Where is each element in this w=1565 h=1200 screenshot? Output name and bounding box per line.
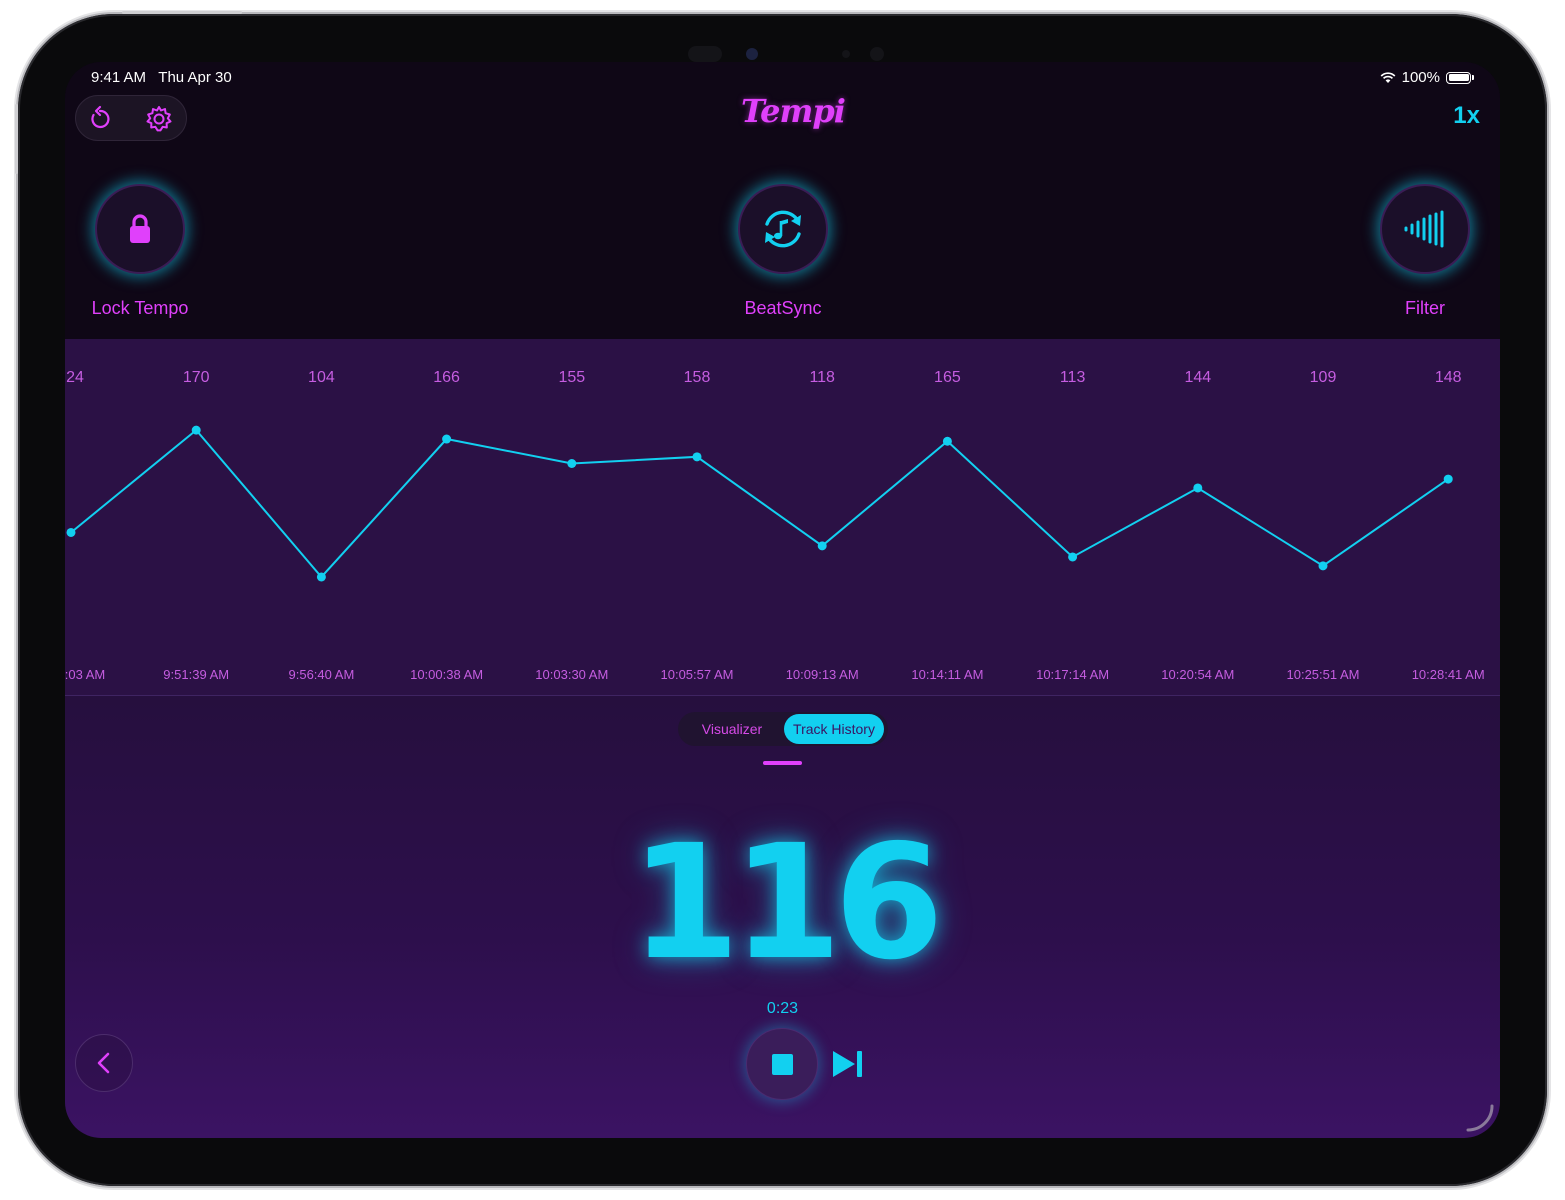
camera-housing xyxy=(688,44,898,64)
time-tick-label: 10:25:51 AM xyxy=(1287,667,1360,682)
tempo-value-label: 104 xyxy=(308,369,335,386)
stop-icon xyxy=(772,1054,793,1075)
time-tick-label: 9:56:40 AM xyxy=(289,667,355,682)
tempo-value-label: 170 xyxy=(183,369,210,386)
reset-icon[interactable] xyxy=(85,104,115,134)
tempo-history-chart: 24 :03 AM 170 9:51:39 AM 104 9:56:40 AM 166 10:… xyxy=(65,339,1500,695)
view-segmented-control: Visualizer Track History xyxy=(678,712,888,746)
tempo-point xyxy=(316,572,326,582)
status-date: Thu Apr 30 xyxy=(158,69,232,86)
tempo-point xyxy=(66,527,76,537)
lock-tempo-button[interactable] xyxy=(95,184,185,274)
lock-tempo-label: Lock Tempo xyxy=(91,298,189,318)
time-tick-label: 10:09:13 AM xyxy=(786,667,859,682)
app-screen: 9:41 AM Thu Apr 30 100% Tempi 1x Lock Te… xyxy=(65,62,1500,1138)
chevron-left-icon xyxy=(97,1052,110,1074)
time-tick-label: 10:03:30 AM xyxy=(535,667,608,682)
page-indicator xyxy=(763,761,802,765)
top-panel: 9:41 AM Thu Apr 30 100% Tempi 1x Lock Te… xyxy=(65,62,1500,339)
time-tick-label: 10:20:54 AM xyxy=(1161,667,1234,682)
side-button xyxy=(15,104,18,174)
lock-icon xyxy=(130,214,150,243)
stop-button[interactable] xyxy=(746,1028,818,1100)
time-tick-label: 10:00:38 AM xyxy=(410,667,483,682)
status-time-date: 9:41 AM Thu Apr 30 xyxy=(91,69,232,86)
elapsed-time: 0:23 xyxy=(766,1000,799,1017)
tempo-point xyxy=(1068,552,1078,562)
tempo-value-label: 148 xyxy=(1435,369,1462,386)
gear-icon[interactable] xyxy=(144,104,174,134)
beatsync-label: BeatSync xyxy=(744,298,822,318)
resize-handle-icon xyxy=(1466,1104,1494,1132)
tempo-value-label: 144 xyxy=(1184,369,1211,386)
tempo-point xyxy=(817,541,827,551)
tempo-point xyxy=(567,459,577,468)
time-tick-label: 10:28:41 AM xyxy=(1412,667,1485,682)
tempo-value-label: 158 xyxy=(684,369,711,386)
battery-icon xyxy=(1446,71,1471,84)
tempo-point xyxy=(942,436,952,446)
back-button[interactable] xyxy=(75,1034,133,1092)
bpm-readout: 116 xyxy=(630,811,944,995)
tempo-point xyxy=(1443,474,1453,484)
tempo-line-chart: 24 :03 AM 170 9:51:39 AM 104 9:56:40 AM 166 10:… xyxy=(65,369,1485,682)
time-tick-label: 10:05:57 AM xyxy=(661,667,734,682)
filter-label: Filter xyxy=(1405,298,1445,318)
skip-forward-icon[interactable] xyxy=(831,1048,865,1080)
filter-waveform-icon xyxy=(1404,210,1444,248)
tempo-value-label: 109 xyxy=(1310,369,1337,386)
tempo-value-label: 118 xyxy=(809,369,835,386)
tempo-value-label: 165 xyxy=(934,369,961,386)
battery-percent: 100% xyxy=(1401,69,1440,86)
toolbar-pill xyxy=(75,95,187,141)
tempo-value-label: 113 xyxy=(1060,369,1086,386)
tempo-value-label: 155 xyxy=(558,369,585,386)
tab-track-history[interactable]: Track History xyxy=(784,714,884,744)
tempo-value-label: 24 xyxy=(66,369,84,386)
beatsync-button[interactable] xyxy=(738,184,828,274)
tempo-value-label: 166 xyxy=(433,369,460,386)
battery-tip xyxy=(1472,75,1474,80)
tempo-point xyxy=(1193,483,1203,493)
tempo-point xyxy=(692,452,702,462)
filter-button[interactable] xyxy=(1380,184,1470,274)
volume-buttons xyxy=(122,11,242,14)
playback-speed-button[interactable]: 1x xyxy=(1453,102,1480,130)
tab-visualizer[interactable]: Visualizer xyxy=(682,714,782,744)
time-tick-label: 10:17:14 AM xyxy=(1036,667,1109,682)
tempo-point xyxy=(1318,561,1328,571)
tempo-series-line xyxy=(70,428,1449,579)
time-tick-label: 9:51:39 AM xyxy=(163,667,229,682)
app-logo: Tempi xyxy=(741,92,846,130)
time-tick-label: 10:14:11 AM xyxy=(911,667,983,682)
tempo-point xyxy=(442,434,452,444)
status-time: 9:41 AM xyxy=(91,69,147,86)
status-indicators: 100% xyxy=(1380,69,1474,86)
beatsync-icon xyxy=(765,210,801,248)
time-tick-label: :03 AM xyxy=(65,667,105,682)
tempo-point xyxy=(191,425,201,435)
wifi-icon xyxy=(1380,71,1396,83)
